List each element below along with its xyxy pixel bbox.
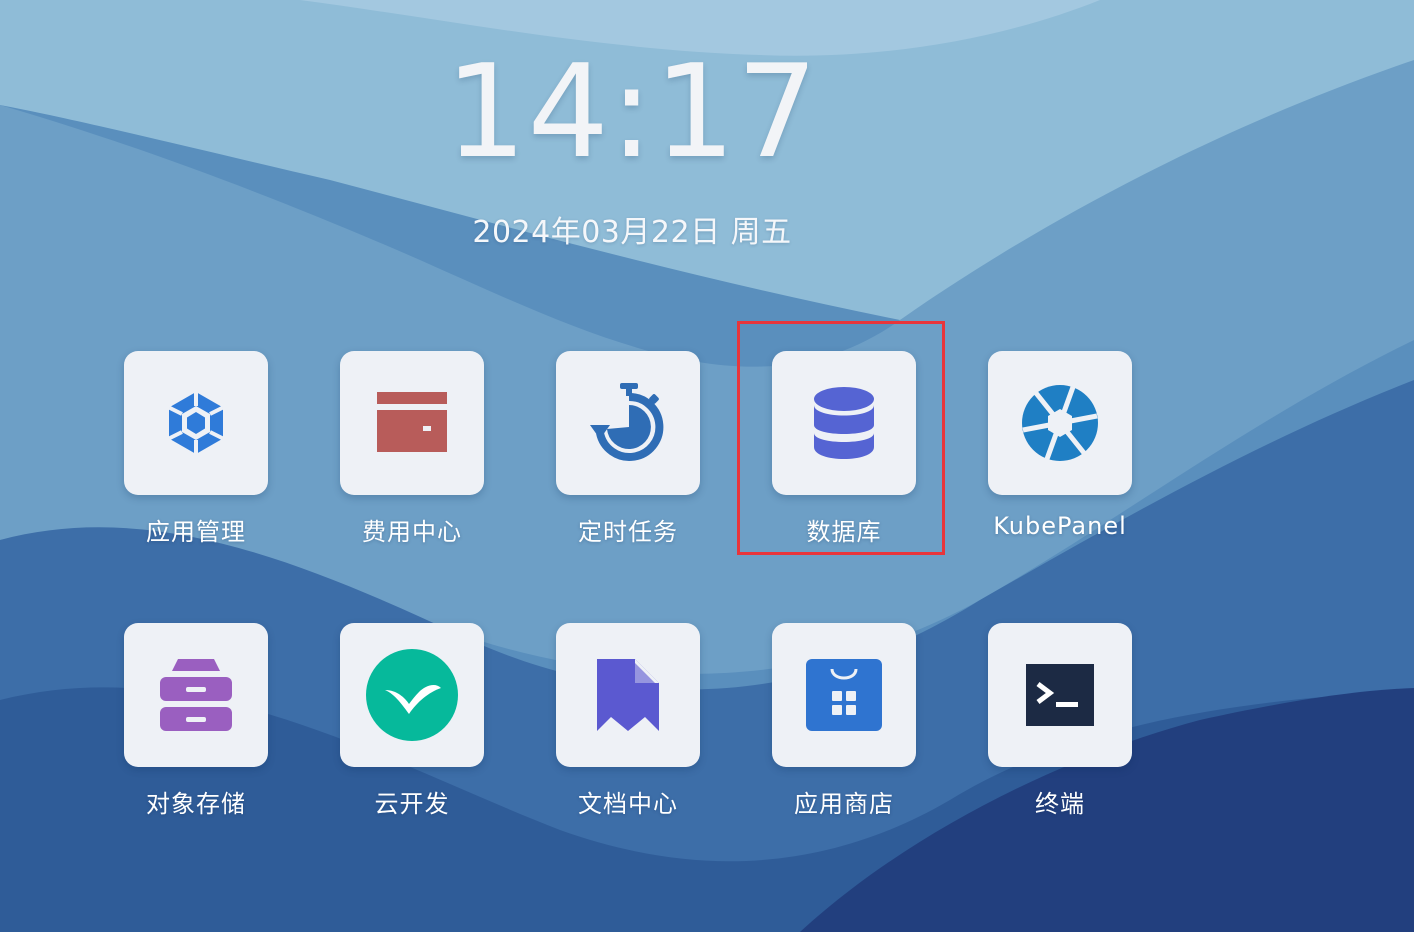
clock-time: 14:17 <box>445 38 819 187</box>
app-tile-cloud-dev[interactable] <box>340 623 484 767</box>
app-tile-app-management[interactable] <box>124 351 268 495</box>
app-tile-database[interactable] <box>772 351 916 495</box>
app-label-app-store: 应用商店 <box>794 790 894 818</box>
hexagon-cube-icon <box>168 392 224 454</box>
wallet-icon <box>377 392 447 452</box>
app-tile-kubepanel[interactable] <box>988 351 1132 495</box>
app-tile-object-storage[interactable] <box>124 623 268 767</box>
app-tile-scheduled-tasks[interactable] <box>556 351 700 495</box>
app-label-terminal: 终端 <box>1035 790 1085 818</box>
app-tile-docs-center[interactable] <box>556 623 700 767</box>
stopwatch-icon <box>590 383 664 461</box>
app-label-database: 数据库 <box>806 518 882 546</box>
shopping-bag-icon <box>806 659 882 731</box>
terminal-icon <box>1026 664 1094 726</box>
app-tile-app-store[interactable] <box>772 623 916 767</box>
app-label-docs-center: 文档中心 <box>578 790 678 818</box>
app-label-cloud-dev: 云开发 <box>374 790 450 818</box>
app-tile-terminal[interactable] <box>988 623 1132 767</box>
clock-date: 2024年03月22日 周五 <box>472 215 792 250</box>
app-tile-billing-center[interactable] <box>340 351 484 495</box>
app-label-billing-center: 费用中心 <box>362 518 462 546</box>
app-label-app-management: 应用管理 <box>146 518 246 546</box>
app-label-kubepanel: KubePanel <box>993 512 1127 540</box>
cloud-dev-logo-icon <box>366 649 458 741</box>
app-label-scheduled-tasks: 定时任务 <box>578 518 678 546</box>
document-bookmark-icon <box>597 659 659 731</box>
drawer-icon <box>160 659 232 731</box>
database-icon <box>814 387 874 459</box>
app-label-object-storage: 对象存储 <box>146 790 246 818</box>
aperture-icon <box>1022 385 1098 461</box>
